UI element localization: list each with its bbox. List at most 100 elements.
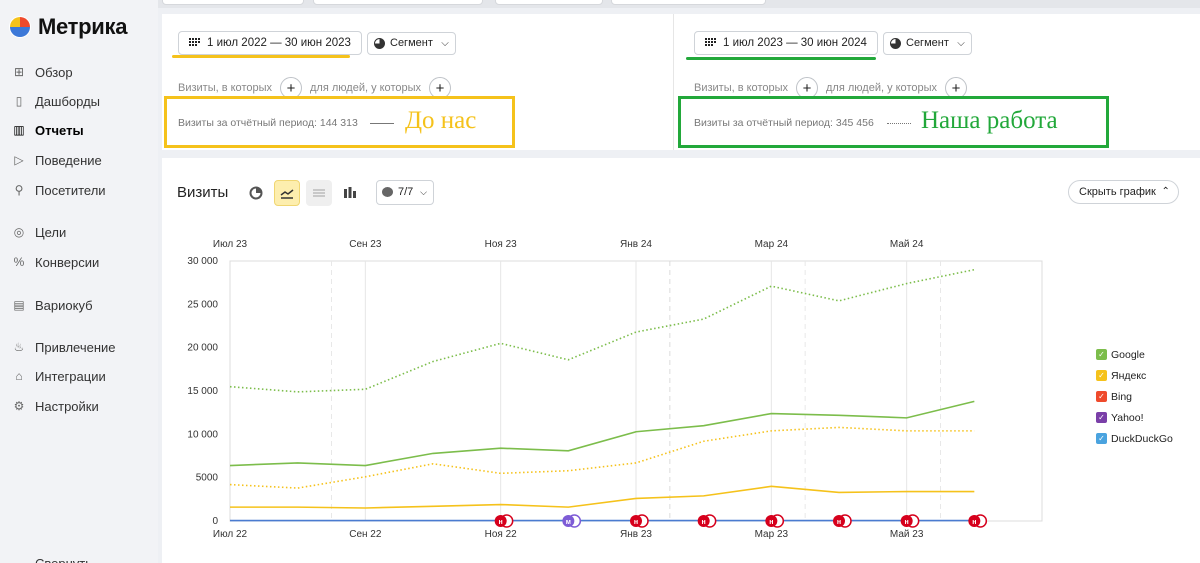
condition-people-label: для людей, у которых xyxy=(826,82,937,94)
y-tick-label: 5000 xyxy=(196,473,219,484)
sidebar-item-6[interactable]: % Конверсии xyxy=(12,252,100,272)
x-tick-label-top: Май 24 xyxy=(890,239,924,250)
series-line xyxy=(229,268,975,393)
sidebar-item-8[interactable]: ♨ Привлечение xyxy=(12,337,116,357)
sidebar-item-label: Дашборды xyxy=(35,93,100,109)
date-range-button[interactable]: 1 июл 2023 — 30 июн 2024 xyxy=(694,31,878,55)
x-tick-label-bottom: Май 23 xyxy=(890,529,924,540)
annotation-marker-label: н xyxy=(837,519,841,526)
sidebar-item-2[interactable]: ▥ Отчеты xyxy=(12,120,83,140)
x-tick-label-top: Ноя 23 xyxy=(485,239,518,250)
y-tick-label: 25 000 xyxy=(187,299,218,310)
period-line-sample xyxy=(887,123,911,124)
grid-icon: ⊞ xyxy=(13,65,25,79)
sidebar-item-label: Цели xyxy=(35,224,67,240)
x-tick-label-top: Июл 23 xyxy=(213,239,248,250)
sidebar-item-label: Интеграции xyxy=(35,368,106,384)
sidebar-item-label: Обзор xyxy=(35,64,73,80)
checkbox-icon[interactable]: ✓ xyxy=(1096,391,1107,402)
top-toolbar-button[interactable] xyxy=(611,0,766,5)
metrika-logo-icon xyxy=(9,16,31,38)
chart-card: Визиты 7/7 ⌵ Скрыть график ⌃ 30 000 25 00… xyxy=(162,158,1200,563)
period-total: Визиты за отчётный период: 144 313 xyxy=(178,117,358,129)
sidebar-item-label: Привлечение xyxy=(35,339,116,355)
legend-item[interactable]: ✓ DuckDuckGo xyxy=(1096,428,1173,449)
annotation-box-current: Визиты за отчётный период: 345 456 Наша … xyxy=(678,96,1109,148)
annotation-text: Наша работа xyxy=(921,107,1058,134)
checkbox-icon[interactable]: ✓ xyxy=(1096,370,1107,381)
target-icon: ◎ xyxy=(13,225,25,239)
annotation-marker-label: м xyxy=(566,519,571,526)
x-tick-label-bottom: Мар 23 xyxy=(755,529,789,540)
top-toolbar-button[interactable] xyxy=(313,0,483,5)
sidebar-item-4[interactable]: ⚲ Посетители xyxy=(12,180,106,200)
sidebar-item-11[interactable]: ← Свернуть xyxy=(12,553,92,563)
user-icon: ⚲ xyxy=(14,183,24,197)
sidebar-item-label: Поведение xyxy=(35,152,102,168)
checkbox-icon[interactable]: ✓ xyxy=(1096,433,1107,444)
series-line xyxy=(229,400,975,467)
chevron-down-icon: ⌵ xyxy=(441,38,449,49)
segment-pie-icon xyxy=(374,38,385,49)
period-underline xyxy=(686,57,876,60)
x-tick-label-top: Янв 24 xyxy=(620,239,652,250)
annotation-marker-label: н xyxy=(905,519,909,526)
settings-icon: ⚙ xyxy=(13,399,25,413)
line-chart: 30 000 25 000 20 000 15 000 10 000 5000 0 Июл 2… xyxy=(187,239,1043,540)
legend-label: DuckDuckGo xyxy=(1111,432,1173,445)
sidebar-item-10[interactable]: ⚙ Настройки xyxy=(12,396,99,416)
sidebar-item-label: Посетители xyxy=(35,182,106,198)
y-tick-label: 15 000 xyxy=(187,386,218,397)
legend-label: Bing xyxy=(1111,390,1133,403)
sidebar-item-9[interactable]: ⌂ Интеграции xyxy=(12,366,106,386)
segment-button[interactable]: Сегмент ⌵ xyxy=(883,32,972,55)
checkbox-icon[interactable]: ✓ xyxy=(1096,412,1107,423)
legend-label: Яндекс xyxy=(1111,369,1147,382)
checkbox-icon[interactable]: ✓ xyxy=(1096,349,1107,360)
sidebar-item-7[interactable]: ▤ Вариокуб xyxy=(12,295,93,315)
sidebar-item-label: Свернуть xyxy=(35,555,93,563)
y-tick-label: 20 000 xyxy=(187,343,218,354)
period-line-sample xyxy=(370,123,394,124)
top-toolbar-button[interactable] xyxy=(162,0,304,5)
condition-visits-label: Визиты, в которых xyxy=(694,82,788,94)
legend-item[interactable]: ✓ Яндекс xyxy=(1096,365,1173,386)
date-range-button[interactable]: 1 июл 2022 — 30 июн 2023 xyxy=(178,31,362,55)
legend-label: Google xyxy=(1111,348,1145,361)
top-toolbar-button[interactable] xyxy=(495,0,603,5)
date-range-label: 1 июл 2022 — 30 июн 2023 xyxy=(207,37,351,49)
x-tick-label-bottom: Сен 22 xyxy=(349,529,382,540)
sidebar-item-label: Вариокуб xyxy=(35,297,93,313)
annotation-marker-label: н xyxy=(972,519,976,526)
annotation-marker-label: н xyxy=(769,519,773,526)
y-tick-label: 10 000 xyxy=(187,429,218,440)
sidebar-item-0[interactable]: ⊞ Обзор xyxy=(12,62,73,82)
dashboard-icon: ▯ xyxy=(15,94,23,108)
annotation-marker-label: н xyxy=(634,519,638,526)
sidebar-item-5[interactable]: ◎ Цели xyxy=(12,222,67,242)
chart-legend: ✓ Google ✓ Яндекс ✓ Bing ✓ Yahoo! ✓ DuckDuckGo xyxy=(1096,344,1173,449)
reports-icon: ▥ xyxy=(13,123,25,137)
play-icon: ▷ xyxy=(14,153,24,167)
percent-icon: % xyxy=(13,255,25,269)
legend-item[interactable]: ✓ Google xyxy=(1096,344,1173,365)
segment-button[interactable]: Сегмент ⌵ xyxy=(367,32,456,55)
segment-label: Сегмент xyxy=(390,37,433,49)
calendar-icon xyxy=(189,38,200,46)
annotation-box-previous: Визиты за отчётный период: 144 313 До на… xyxy=(164,96,515,148)
x-tick-label-top: Сен 23 xyxy=(349,239,382,250)
series-line xyxy=(230,485,975,509)
x-tick-label-bottom: Янв 23 xyxy=(620,529,652,540)
sidebar: Метрика ⊞ Обзор ▯ Дашборды ▥ Отчеты ▷ Поведение… xyxy=(0,0,158,563)
sidebar-item-3[interactable]: ▷ Поведение xyxy=(12,150,102,170)
period-underline xyxy=(172,55,350,58)
logo-text: Метрика xyxy=(38,14,128,39)
logo[interactable]: Метрика xyxy=(8,14,127,40)
sidebar-item-1[interactable]: ▯ Дашборды xyxy=(12,91,100,111)
top-toolbar-strip xyxy=(158,0,1200,8)
date-range-label: 1 июл 2023 — 30 июн 2024 xyxy=(723,37,867,49)
legend-item[interactable]: ✓ Bing xyxy=(1096,386,1173,407)
legend-item[interactable]: ✓ Yahoo! xyxy=(1096,407,1173,428)
y-tick-label: 30 000 xyxy=(187,256,218,267)
legend-label: Yahoo! xyxy=(1111,411,1144,424)
